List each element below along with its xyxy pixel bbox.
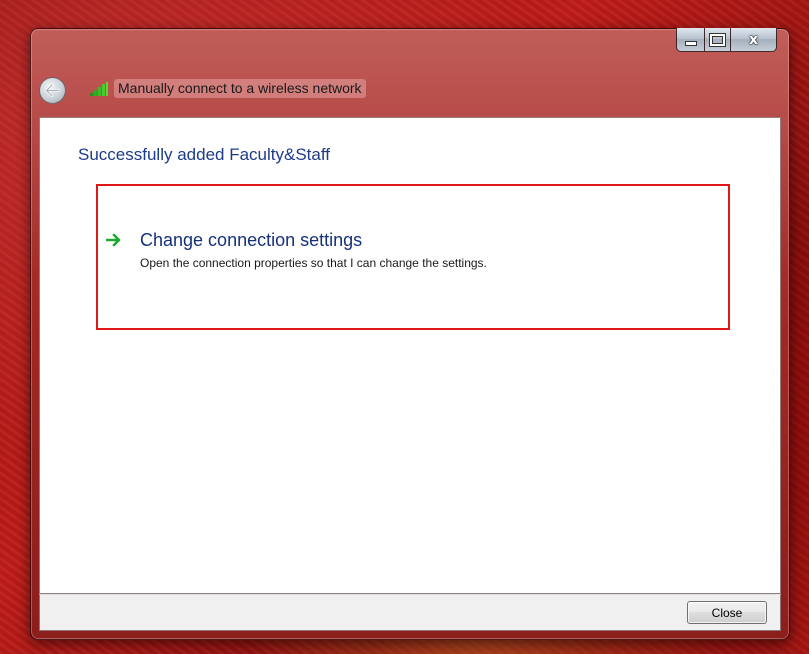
dialog-window: x Manually connect to a wireless network…: [30, 28, 790, 640]
close-icon: x: [748, 31, 759, 48]
back-arrow-icon: [45, 84, 60, 97]
window-close-button[interactable]: x: [731, 28, 777, 52]
green-arrow-icon: [106, 233, 121, 247]
minimize-button[interactable]: [676, 28, 705, 52]
minimize-icon: [684, 41, 697, 46]
change-connection-settings-link[interactable]: Change connection settings Open the conn…: [104, 229, 644, 281]
command-link-description: Open the connection properties so that I…: [140, 256, 487, 270]
maximize-button[interactable]: [705, 28, 731, 52]
maximize-icon: [710, 34, 725, 46]
wireless-signal-icon: [90, 82, 108, 96]
content-area: Successfully added Faculty&Staff Change …: [39, 117, 781, 594]
caption-buttons: x: [676, 28, 777, 52]
command-link-title: Change connection settings: [140, 230, 363, 250]
close-button[interactable]: Close: [687, 601, 767, 624]
back-button[interactable]: [39, 77, 66, 104]
dialog-footer: Close: [39, 594, 781, 631]
window-title: Manually connect to a wireless network: [114, 79, 366, 98]
main-heading: Successfully added Faculty&Staff: [78, 145, 330, 164]
